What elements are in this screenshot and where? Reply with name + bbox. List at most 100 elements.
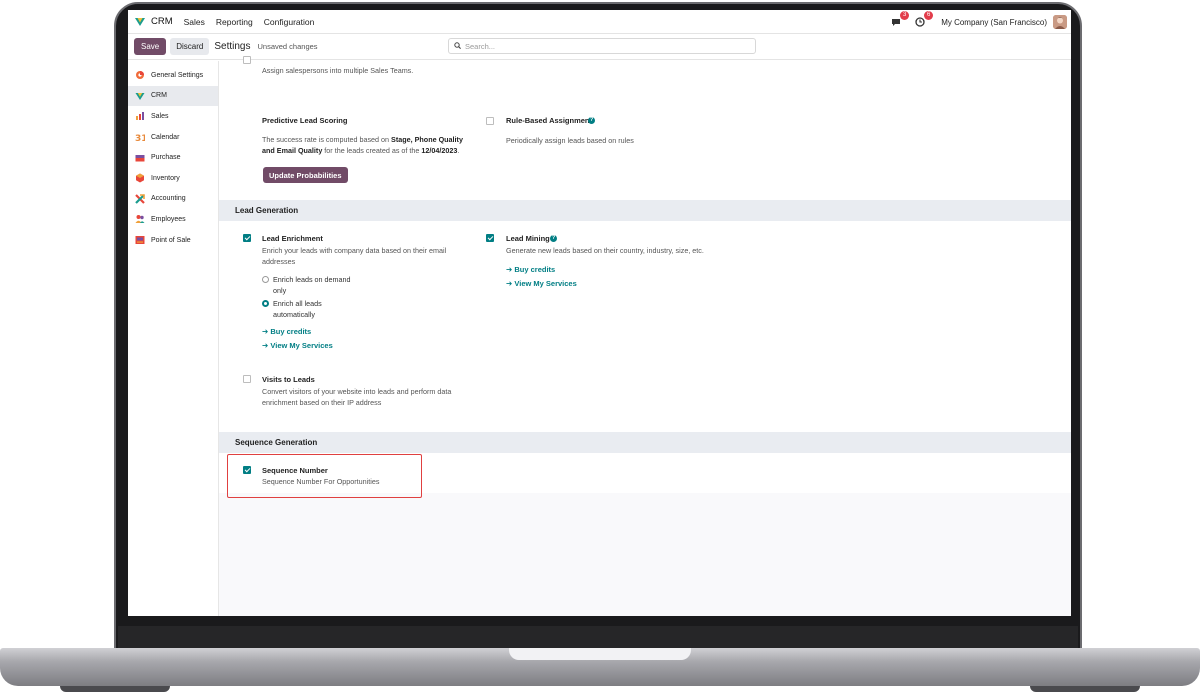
section-sequence-generation: Sequence Generation [219,432,1071,453]
search-icon [454,41,461,51]
content-empty-area [219,493,1071,616]
sidebar-item-label: Purchase [151,154,181,162]
enrich-on-demand-label-line-2[interactable]: only [273,285,286,296]
menu-reporting[interactable]: Reporting [216,17,253,27]
lead-enrichment-buy-credits-link[interactable]: ➔ Buy credits [262,327,311,336]
sidebar-item-label: Calendar [151,133,180,141]
rule-based-assignment-checkbox[interactable] [486,117,494,125]
sidebar-item-label: Accounting [151,195,186,203]
activities-button[interactable]: 6 [913,11,934,29]
lead-mining-view-services-link[interactable]: ➔ View My Services [506,279,577,288]
sidebar-item-purchase[interactable]: Purchase [128,147,218,168]
lead-enrichment-title: Lead Enrichment [262,234,323,243]
sidebar-item-accounting[interactable]: Accounting [128,189,218,210]
chat-icon [892,18,901,26]
search-placeholder: Search... [465,41,496,51]
crm-app-icon[interactable] [134,16,146,28]
predictive-desc-date: 12/04/2023 [421,146,458,155]
top-navbar: CRM Sales Reporting Configuration 3 6 My… [128,10,1071,34]
laptop-foot-left [60,686,170,692]
sales-icon [135,111,145,121]
navbar-systray: 3 6 My Company (San Francisco) [889,10,1071,34]
settings-content: Assign salespersons into multiple Sales … [219,56,1071,616]
save-button[interactable]: Save [134,38,167,55]
inventory-icon [135,173,145,183]
predictive-lead-scoring-description: The success rate is computed based on St… [262,134,477,156]
company-switcher[interactable]: My Company (San Francisco) [941,18,1047,27]
predictive-desc-text-2: for the leads created as of the [322,146,422,155]
unsaved-changes-indicator: Unsaved changes [257,42,318,51]
lead-mining-title: Lead Mining [506,234,550,243]
settings-sidebar: General Settings CRM Sales 31 Calendar P… [128,61,219,616]
search-input[interactable]: Search... [448,38,756,54]
lead-enrichment-view-services-link[interactable]: ➔ View My Services [262,341,333,350]
sidebar-item-employees[interactable]: Employees [128,209,218,230]
general-settings-icon [135,70,145,80]
crm-icon [135,91,145,101]
activities-badge: 6 [924,11,934,20]
laptop-bezel-bottom [118,626,1078,650]
visits-to-leads-description-line-2: enrichment based on their IP address [262,398,382,407]
employees-icon [135,214,145,224]
lead-mining-buy-credits-link[interactable]: ➔ Buy credits [506,265,555,274]
page-title: Settings [214,41,251,52]
rule-based-assignment-description: Periodically assign leads based on rules [506,136,634,145]
rule-based-assignment-title: Rule-Based Assignment [506,116,592,125]
help-icon[interactable]: ? [550,235,557,242]
predictive-desc-bold-stage: Stage, Phone Quality [391,135,463,144]
sidebar-item-sales[interactable]: Sales [128,106,218,127]
lead-enrichment-checkbox[interactable] [243,234,251,242]
sidebar-item-label: Sales [151,112,169,120]
enrich-automatically-label-line-2[interactable]: automatically [273,309,315,320]
sidebar-item-label: General Settings [151,71,204,79]
purchase-icon [135,153,145,163]
calendar-icon: 31 [135,132,145,142]
messages-button[interactable]: 3 [889,11,910,29]
laptop-notch [509,648,691,660]
messages-badge: 3 [900,11,910,20]
enrich-on-demand-radio[interactable] [262,276,269,283]
enrich-automatically-label-line-1[interactable]: Enrich all leads [273,298,322,309]
svg-text:31: 31 [135,134,145,142]
sidebar-item-calendar[interactable]: 31 Calendar [128,127,218,148]
clock-icon [915,17,925,27]
update-probabilities-button[interactable]: Update Probabilities [263,167,348,183]
sidebar-item-general-settings[interactable]: General Settings [128,65,218,86]
sequence-number-checkbox[interactable] [243,466,251,474]
screen: CRM Sales Reporting Configuration 3 6 My… [128,10,1071,616]
section-lead-generation: Lead Generation [219,200,1071,221]
sequence-number-title: Sequence Number [262,466,328,475]
help-icon[interactable]: ? [588,117,595,124]
visits-to-leads-checkbox[interactable] [243,375,251,383]
predictive-desc-end: . [457,146,460,155]
visits-to-leads-title: Visits to Leads [262,375,315,384]
user-avatar[interactable] [1053,15,1067,29]
point-of-sale-icon [135,235,145,245]
lead-enrichment-description-line-2: addresses [262,257,296,266]
enrich-on-demand-label-line-1[interactable]: Enrich leads on demand [273,274,351,285]
lead-mining-checkbox[interactable] [486,234,494,242]
menu-configuration[interactable]: Configuration [264,17,315,27]
accounting-icon [135,194,145,204]
sidebar-item-label: Point of Sale [151,236,191,244]
app-name[interactable]: CRM [151,16,173,27]
assign-teams-checkbox[interactable] [243,56,251,64]
predictive-desc-bold-email: and Email Quality [262,146,323,155]
sidebar-item-label: CRM [151,92,167,100]
sidebar-item-inventory[interactable]: Inventory [128,168,218,189]
laptop-foot-right [1030,686,1140,692]
lead-mining-description: Generate new leads based on their countr… [506,246,704,255]
assign-teams-description: Assign salespersons into multiple Sales … [262,66,414,75]
sidebar-item-label: Employees [151,215,186,223]
sequence-number-description: Sequence Number For Opportunities [262,477,380,486]
sidebar-item-crm[interactable]: CRM [128,85,218,107]
predictive-lead-scoring-title: Predictive Lead Scoring [262,116,348,125]
sidebar-item-label: Inventory [151,174,180,182]
enrich-automatically-radio[interactable] [262,300,269,307]
sidebar-item-point-of-sale[interactable]: Point of Sale [128,230,218,251]
menu-sales[interactable]: Sales [184,17,205,27]
visits-to-leads-description-line-1: Convert visitors of your website into le… [262,387,452,396]
discard-button[interactable]: Discard [170,38,210,55]
control-panel: Save Discard Settings Unsaved changes Se… [128,34,1071,60]
lead-enrichment-description-line-1: Enrich your leads with company data base… [262,246,447,255]
